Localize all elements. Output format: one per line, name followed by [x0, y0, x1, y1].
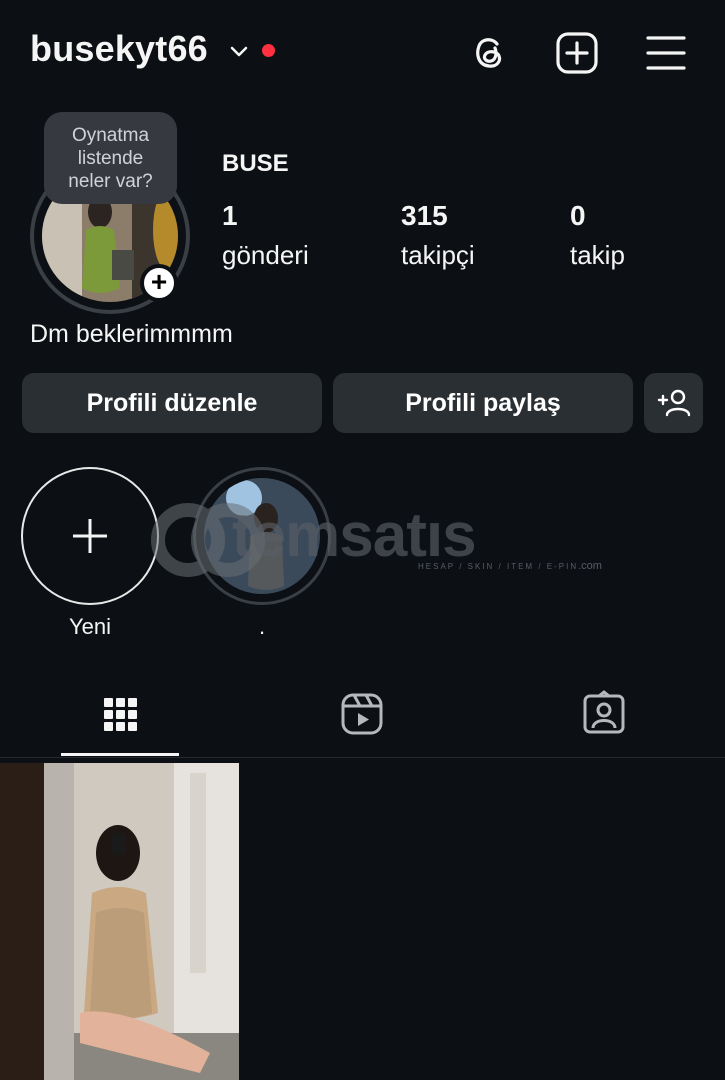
bubble-line: Oynatma	[71, 125, 150, 146]
posts-count[interactable]: 1	[222, 200, 238, 232]
posts-label[interactable]: gönderi	[222, 240, 309, 271]
new-highlight-button[interactable]	[21, 467, 159, 605]
tagged-icon[interactable]	[580, 690, 628, 738]
chevron-down-icon[interactable]	[228, 40, 250, 62]
edit-profile-button[interactable]: Profili düzenle	[22, 373, 322, 433]
bubble-line: neler var?	[68, 171, 153, 192]
active-tab-indicator	[61, 753, 179, 756]
plus-icon	[73, 519, 107, 553]
followers-label[interactable]: takipçi	[401, 240, 475, 271]
share-profile-button[interactable]: Profili paylaş	[333, 373, 633, 433]
profile-bio: Dm beklerimmmm	[30, 320, 233, 348]
highlight-label: Yeni	[68, 614, 111, 639]
tab-divider	[0, 757, 725, 758]
reels-icon[interactable]	[338, 690, 386, 738]
watermark-subtext: HESAP / SKIN / ITEM / E-PIN.com	[418, 560, 602, 572]
discover-people-button[interactable]	[644, 373, 703, 433]
followers-count[interactable]: 315	[401, 200, 448, 232]
post-thumbnail[interactable]	[0, 763, 239, 1080]
profile-username[interactable]: busekyt66	[30, 28, 208, 70]
following-label[interactable]: takip	[570, 240, 625, 271]
notification-dot	[262, 44, 275, 57]
bubble-line: listende	[77, 148, 144, 169]
menu-icon[interactable]	[643, 30, 689, 76]
profile-name: BUSE	[222, 150, 289, 177]
highlight-label: .	[258, 614, 266, 639]
threads-icon[interactable]	[466, 30, 512, 76]
grid-icon[interactable]	[96, 690, 144, 738]
add-story-plus-icon[interactable]: +	[140, 264, 178, 302]
notes-bubble[interactable]: Oynatma listende neler var?	[44, 112, 177, 204]
following-count[interactable]: 0	[570, 200, 586, 232]
add-person-icon	[657, 389, 690, 417]
new-post-icon[interactable]	[554, 30, 600, 76]
watermark-sub: HESAP / SKIN / ITEM / E-PIN	[418, 562, 579, 571]
watermark-suffix: .com	[578, 560, 602, 572]
